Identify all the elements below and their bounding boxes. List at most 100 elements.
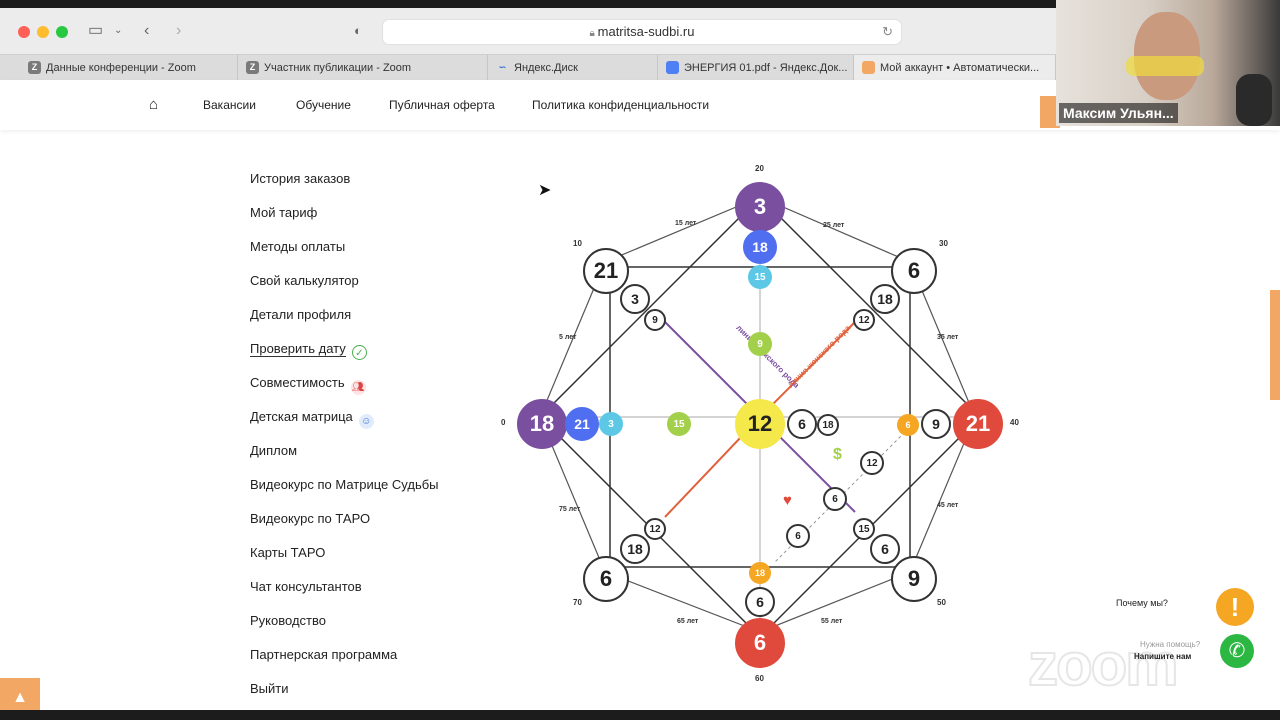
yandex-disk-icon: ∽ — [498, 62, 507, 72]
sidebar-item-label: Детская матрица — [250, 409, 353, 424]
matrix-right-3[interactable]: 6 — [897, 414, 919, 436]
sidebar-item-compatibility[interactable]: Совместимость 👥︎ — [250, 375, 366, 395]
document-icon — [666, 61, 679, 74]
sidebar-item-logout[interactable]: Выйти — [250, 681, 289, 696]
sidebar-item-order-history[interactable]: История заказов — [250, 171, 350, 186]
matrix-bottom-right-3[interactable]: 15 — [853, 518, 875, 540]
sidebar-item-my-tariff[interactable]: Мой тариф — [250, 205, 317, 220]
matrix-top-left-2[interactable]: 3 — [620, 284, 650, 314]
screen: ▭ ⌄ ‹ › ◐ 🔒︎ matritsa-sudbi.ru ↻ Z Данные… — [0, 0, 1280, 720]
matrix-center-right-1[interactable]: 6 — [787, 409, 817, 439]
whatsapp-icon: ✆ — [1228, 640, 1246, 662]
matrix-center-right-2[interactable]: 18 — [817, 414, 839, 436]
matrix-right-2[interactable]: 9 — [921, 409, 951, 439]
matrix-top-3[interactable]: 15 — [748, 265, 772, 289]
tab-label: Мой аккаунт • Автоматически... — [880, 62, 1040, 74]
tab-my-account[interactable]: Мой аккаунт • Автоматически... — [854, 55, 1056, 81]
matrix-top-4[interactable]: 9 — [748, 332, 772, 356]
why-us-bubble[interactable]: Почему мы? — [1108, 594, 1176, 612]
sidebar-item-partner-program[interactable]: Партнерская программа — [250, 647, 397, 662]
minimize-window-button[interactable] — [37, 26, 49, 38]
scroll-to-top-button[interactable]: ▲ — [0, 678, 40, 710]
matrix-bottom[interactable]: 6 — [735, 618, 785, 668]
maximize-window-button[interactable] — [56, 26, 68, 38]
sidebar-item-label: Совместимость — [250, 375, 345, 390]
matrix-top-2[interactable]: 18 — [743, 230, 777, 264]
webcam-video: Максим Ульян... — [1056, 0, 1280, 126]
matrix-top-left[interactable]: 21 — [583, 248, 629, 294]
matrix-bottom-right-2[interactable]: 6 — [870, 534, 900, 564]
matrix-money-2[interactable]: 6 — [823, 487, 847, 511]
nav-education[interactable]: Обучение — [296, 98, 351, 112]
reload-icon[interactable]: ↻ — [882, 20, 893, 44]
sidebar-item-consultants-chat[interactable]: Чат консультантов — [250, 579, 362, 594]
matrix-love[interactable]: 6 — [786, 524, 810, 548]
tab-zoom-conference[interactable]: Z Данные конференции - Zoom — [20, 55, 238, 81]
address-bar[interactable]: 🔒︎ matritsa-sudbi.ru ↻ — [382, 19, 902, 45]
zoom-icon: Z — [246, 61, 259, 74]
matrix-bottom-left-3[interactable]: 12 — [644, 518, 666, 540]
matrix-top-right-2[interactable]: 18 — [870, 284, 900, 314]
sidebar-item-taro-cards[interactable]: Карты ТАРО — [250, 545, 325, 560]
write-us-label[interactable]: Напишите нам — [1134, 652, 1191, 661]
tab-label: Яндекс.Диск — [514, 62, 578, 74]
info-button[interactable]: ! — [1216, 588, 1254, 626]
matrix-bottom-right[interactable]: 9 — [891, 556, 937, 602]
matrix-bottom-2[interactable]: 6 — [745, 587, 775, 617]
matrix-center[interactable]: 12 — [735, 399, 785, 449]
sidebar-toggle-icon[interactable]: ▭ — [88, 21, 103, 41]
chevron-down-icon[interactable]: ⌄ — [114, 21, 122, 41]
matrix-left-4[interactable]: 15 — [667, 412, 691, 436]
age-bottom-left: 70 — [573, 598, 582, 607]
home-icon[interactable]: ⌂ — [149, 96, 158, 113]
tab-energy-pdf[interactable]: ЭНЕРГИЯ 01.pdf - Яндекс.Док... — [658, 55, 854, 81]
sunglasses — [1126, 56, 1204, 76]
heart-icon: ♥ — [783, 492, 792, 509]
microphone-icon — [1236, 74, 1272, 126]
side-tab[interactable] — [1270, 290, 1280, 400]
matrix-left-3[interactable]: 3 — [599, 412, 623, 436]
matrix-bottom-3[interactable]: 18 — [749, 562, 771, 584]
sidebar-item-videocourse-taro[interactable]: Видеокурс по ТАРО — [250, 511, 370, 526]
age-right: 40 — [1010, 418, 1019, 427]
age-45: 45 лет — [937, 502, 959, 509]
matrix-top-right-3[interactable]: 12 — [853, 309, 875, 331]
age-35: 35 лет — [937, 334, 959, 341]
sidebar-item-videocourse-matrix[interactable]: Видеокурс по Матрице Судьбы — [250, 477, 439, 492]
age-bottom-right: 50 — [937, 598, 946, 607]
matrix-top-right[interactable]: 6 — [891, 248, 937, 294]
sidebar-item-profile[interactable]: Детали профиля — [250, 307, 351, 322]
matrix-bottom-left[interactable]: 6 — [583, 556, 629, 602]
shield-icon[interactable]: ◐ — [354, 21, 362, 41]
tab-zoom-participant[interactable]: Z Участник публикации - Zoom — [238, 55, 488, 81]
age-75: 75 лет — [559, 506, 581, 513]
couple-icon: 👥︎ — [350, 380, 366, 395]
nav-vacancies[interactable]: Вакансии — [203, 98, 256, 112]
child-icon: ☺︎ — [358, 414, 374, 429]
whatsapp-button[interactable]: ✆ — [1220, 634, 1254, 668]
url-text: matritsa-sudbi.ru — [597, 24, 695, 39]
forward-icon[interactable]: › — [176, 21, 181, 41]
sidebar-item-payment-methods[interactable]: Методы оплаты — [250, 239, 345, 254]
age-65: 65 лет — [677, 618, 699, 625]
matrix-money-1[interactable]: 12 — [860, 451, 884, 475]
back-icon[interactable]: ‹ — [144, 21, 149, 41]
close-window-button[interactable] — [18, 26, 30, 38]
tab-yandex-disk[interactable]: ∽ Яндекс.Диск — [488, 55, 658, 81]
sidebar-item-check-date[interactable]: Проверить дату ✓ — [250, 341, 367, 360]
sidebar-item-diploma[interactable]: Диплом — [250, 443, 297, 458]
matrix-top-left-3[interactable]: 9 — [644, 309, 666, 331]
age-bottom: 60 — [755, 674, 764, 683]
site-icon — [862, 61, 875, 74]
nav-public-offer[interactable]: Публичная оферта — [389, 98, 495, 112]
matrix-bottom-left-2[interactable]: 18 — [620, 534, 650, 564]
sidebar-item-child-matrix[interactable]: Детская матрица ☺︎ — [250, 409, 374, 429]
nav-privacy-policy[interactable]: Политика конфиденциальности — [532, 98, 709, 112]
matrix-left-2[interactable]: 21 — [565, 407, 599, 441]
sidebar-item-calculator[interactable]: Свой калькулятор — [250, 273, 359, 288]
matrix-left[interactable]: 18 — [517, 399, 567, 449]
matrix-top[interactable]: 3 — [735, 182, 785, 232]
zoom-icon: Z — [28, 61, 41, 74]
matrix-right[interactable]: 21 — [953, 399, 1003, 449]
sidebar-item-guide[interactable]: Руководство — [250, 613, 326, 628]
